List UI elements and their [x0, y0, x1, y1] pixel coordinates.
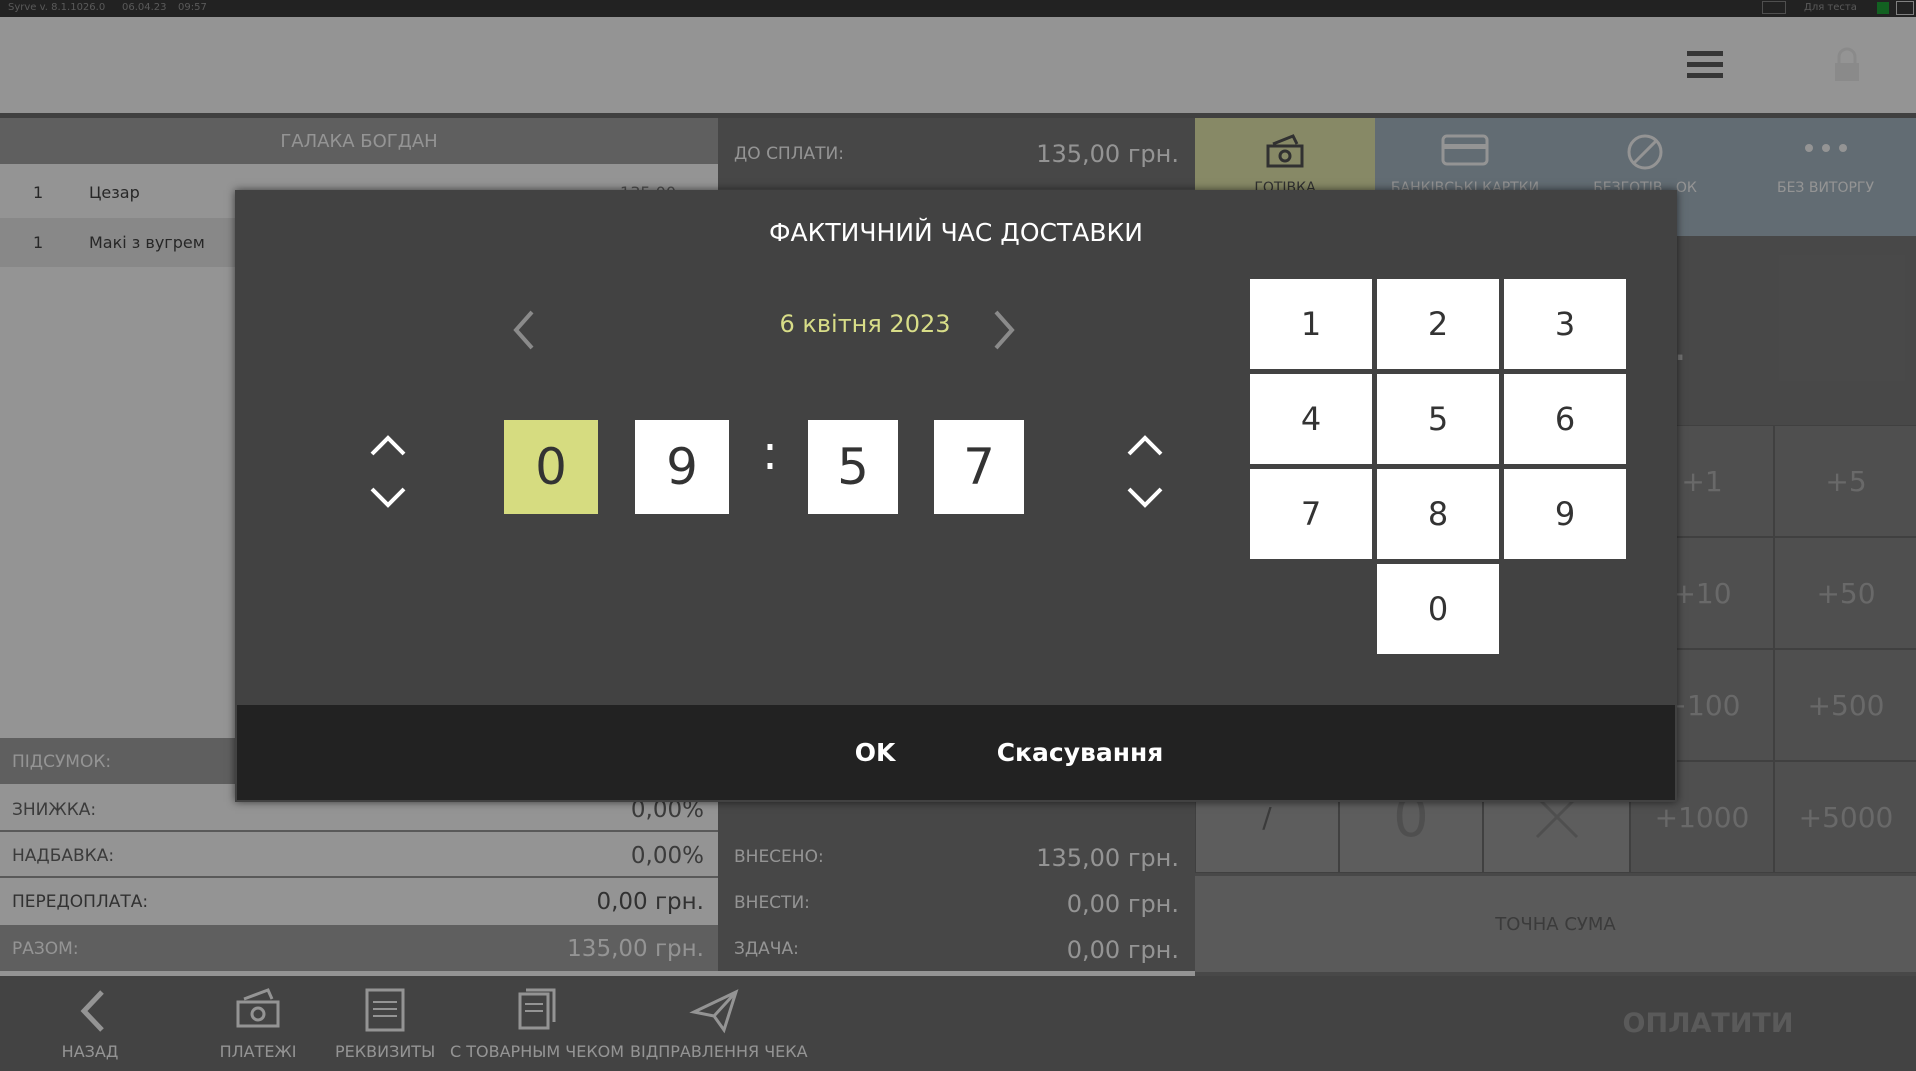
minute-units-digit[interactable]: 7	[934, 420, 1024, 514]
hours-up-icon[interactable]	[358, 420, 418, 470]
minutes-down-icon[interactable]	[1115, 473, 1175, 523]
ok-button[interactable]: OK	[795, 705, 955, 800]
numpad-key-1[interactable]: 1	[1250, 279, 1372, 369]
dialog-footer	[237, 705, 1675, 800]
numpad-key-4[interactable]: 4	[1250, 374, 1372, 464]
delivery-time-dialog: ФАКТИЧНИЙ ЧАС ДОСТАВКИ 6 квітня 2023 0 9…	[235, 190, 1677, 802]
numpad-key-9[interactable]: 9	[1504, 469, 1626, 559]
numpad-key-7[interactable]: 7	[1250, 469, 1372, 559]
chevron-right-icon[interactable]	[973, 300, 1033, 360]
chevron-left-icon[interactable]	[495, 300, 555, 360]
numpad-key-0[interactable]: 0	[1377, 564, 1499, 654]
hour-units-digit[interactable]: 9	[635, 420, 729, 514]
hours-down-icon[interactable]	[358, 473, 418, 523]
selected-date: 6 квітня 2023	[779, 310, 951, 338]
numpad-key-6[interactable]: 6	[1504, 374, 1626, 464]
numpad-key-2[interactable]: 2	[1377, 279, 1499, 369]
numpad-key-5[interactable]: 5	[1377, 374, 1499, 464]
time-separator: :	[761, 425, 779, 481]
hour-tens-digit[interactable]: 0	[504, 420, 598, 514]
numpad-key-8[interactable]: 8	[1377, 469, 1499, 559]
cancel-button[interactable]: Скасування	[965, 705, 1195, 800]
minutes-up-icon[interactable]	[1115, 420, 1175, 470]
numpad-key-3[interactable]: 3	[1504, 279, 1626, 369]
minute-tens-digit[interactable]: 5	[808, 420, 898, 514]
dialog-title: ФАКТИЧНИЙ ЧАС ДОСТАВКИ	[769, 218, 1143, 247]
